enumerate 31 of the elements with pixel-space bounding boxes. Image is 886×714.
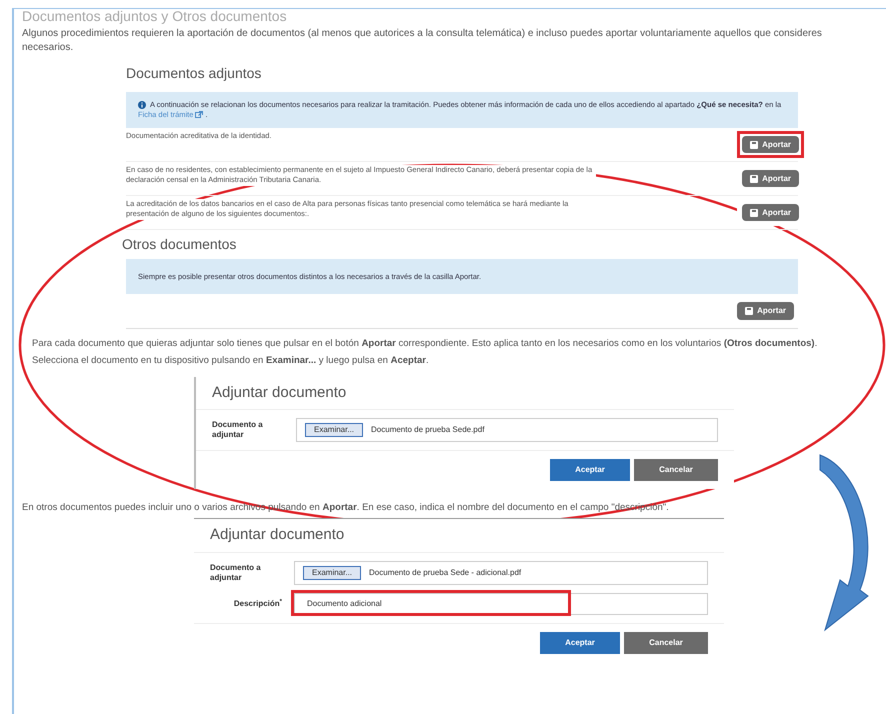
file-input-field[interactable]: Examinar... Documento de prueba Sede.pdf [296,418,718,442]
field-value: Documento adicional [307,598,382,608]
save-icon [750,140,758,149]
aportar-button[interactable]: Aportar [742,136,799,154]
accept-button[interactable]: Aceptar [550,459,630,482]
description-field[interactable]: Documento adicional [294,592,708,615]
save-icon [750,208,758,217]
info-icon [138,100,146,109]
browse-button[interactable]: Examinar... [303,566,362,580]
file-name: Documento de prueba Sede - adicional.pdf [369,566,522,579]
save-icon [750,174,758,183]
field-label: Documento a adjuntar [212,420,264,440]
intro-paragraph: Algunos procedimientos requieren la aportación de documentos (al menos que autorices a la consulta telemática) e incluso puedes aportar voluntariamente aquellos que consideres necesarios. [22,27,823,54]
aportar-button[interactable]: Aportar [742,170,799,188]
accept-button[interactable]: Aceptar [540,632,620,654]
section-heading: Otros documentos [122,235,238,254]
field-label: Descripción$^{*}$ [232,598,282,610]
file-name: Documento de prueba Sede.pdf [371,424,484,436]
section-heading: Documentos adjuntos [126,64,262,83]
external-link-icon [195,111,204,118]
cancel-button[interactable]: Cancelar [634,459,718,482]
section-title: Documentos adjuntos y Otros documentos [22,9,288,23]
browse-button[interactable]: Examinar... [305,423,364,438]
cancel-button[interactable]: Cancelar [624,632,708,654]
field-label: Documento a adjuntar [210,562,262,583]
aportar-button[interactable]: Aportar [742,204,799,222]
save-icon [745,307,754,316]
file-input-field[interactable]: Examinar... Documento de prueba Sede - adicional.pdf [294,560,708,585]
dialog-title: Adjuntar documento [194,519,724,553]
aportar-button[interactable]: Aportar [737,302,794,320]
dialog-title: Adjuntar documento [196,376,734,410]
